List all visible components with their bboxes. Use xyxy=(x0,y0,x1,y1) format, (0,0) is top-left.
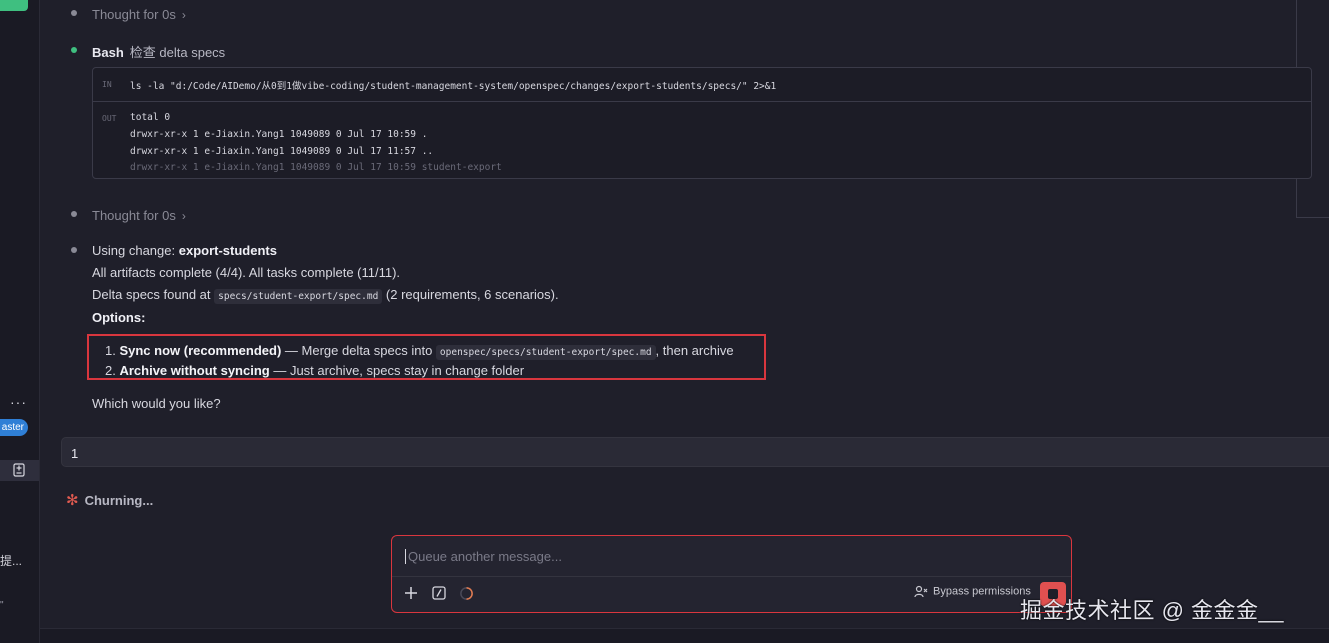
permissions-icon xyxy=(914,585,928,598)
user-message-bubble: 1 xyxy=(61,437,1329,467)
branch-badge: aster xyxy=(0,419,28,436)
change-name: export-students xyxy=(178,243,277,258)
delta-suffix: (2 requirements, 6 scenarios). xyxy=(382,287,559,302)
tool-output-box: IN ls -la "d:/Code/AIDemo/从0到1做vibe-codi… xyxy=(92,67,1312,179)
composer-divider xyxy=(392,576,1071,577)
option-1: 1. Sync now (recommended) — Merge delta … xyxy=(105,343,734,360)
output-line: drwxr-xr-x 1 e-Jiaxin.Yang1 1049089 0 Ju… xyxy=(130,146,434,157)
bottom-status-strip xyxy=(40,628,1329,643)
option-title: Archive without syncing xyxy=(119,363,270,378)
using-prefix: Using change: xyxy=(92,243,179,258)
delta-line: Delta specs found at specs/student-expor… xyxy=(92,287,559,304)
output-line: drwxr-xr-x 1 e-Jiaxin.Yang1 1049089 0 Ju… xyxy=(130,129,428,140)
bypass-permissions-label: Bypass permissions xyxy=(933,585,1031,598)
status-indicator xyxy=(0,0,28,11)
out-tag: OUT xyxy=(102,114,117,123)
thought-toggle[interactable]: Thought for 0s › xyxy=(92,7,186,22)
option-text-end: , then archive xyxy=(655,343,734,358)
option-text: — Just archive, specs stay in change fol… xyxy=(269,363,525,378)
document-icon xyxy=(13,463,25,477)
tool-input-section: IN ls -la "d:/Code/AIDemo/从0到1做vibe-codi… xyxy=(93,68,1311,102)
option-number: 1. xyxy=(105,343,120,358)
slash-command-icon[interactable] xyxy=(432,586,446,600)
sidebar-session-label[interactable]: 提... xyxy=(0,552,22,569)
delta-prefix: Delta specs found at xyxy=(92,287,215,302)
thought-label: Thought for 0s xyxy=(92,7,176,22)
left-sidebar: ··· aster 提... " xyxy=(0,0,40,643)
output-line: drwxr-xr-x 1 e-Jiaxin.Yang1 1049089 0 Ju… xyxy=(130,162,502,173)
user-message-text: 1 xyxy=(71,446,79,461)
output-line: total 0 xyxy=(130,112,171,123)
option-text: — Merge delta specs into xyxy=(281,343,436,358)
option-2: 2. Archive without syncing — Just archiv… xyxy=(105,363,524,378)
options-heading: Options: xyxy=(92,310,145,325)
thought-toggle[interactable]: Thought for 0s › xyxy=(92,208,186,223)
chevron-right-icon: › xyxy=(181,209,186,223)
chevron-right-icon: › xyxy=(181,8,186,22)
question-line: Which would you like? xyxy=(92,396,221,411)
status-label: Churning... xyxy=(84,493,154,508)
in-tag: IN xyxy=(102,80,112,89)
thought-label: Thought for 0s xyxy=(92,208,176,223)
command-text: ls -la "d:/Code/AIDemo/从0到1做vibe-coding/… xyxy=(130,81,777,92)
artifacts-line: All artifacts complete (4/4). All tasks … xyxy=(92,265,401,280)
sidebar-session-label-2: " xyxy=(0,600,4,611)
sidebar-selected-item[interactable] xyxy=(0,460,39,481)
message-input[interactable] xyxy=(405,549,1045,564)
timeline-bullet-success xyxy=(71,47,77,53)
activity-status: ✻ Churning... xyxy=(66,491,153,509)
tool-name: Bash xyxy=(92,45,124,60)
option-path-code: openspec/specs/student-export/spec.md xyxy=(435,345,656,360)
timeline-bullet xyxy=(71,211,77,217)
options-heading-text: Options: xyxy=(92,310,146,325)
bypass-permissions-toggle[interactable]: Bypass permissions xyxy=(914,585,1031,598)
message-composer: Bypass permissions xyxy=(391,535,1072,613)
tool-description: 检查 delta specs xyxy=(129,45,226,60)
more-options-icon[interactable]: ··· xyxy=(10,394,27,410)
using-change-line: Using change: export-students xyxy=(92,243,277,258)
option-title: Sync now (recommended) xyxy=(119,343,282,358)
option-number: 2. xyxy=(105,363,120,378)
tool-call-header[interactable]: Bash 检查 delta specs xyxy=(92,42,225,61)
timeline-bullet xyxy=(71,10,77,16)
spinner-asterisk-icon: ✻ xyxy=(66,492,79,509)
delta-path-code: specs/student-export/spec.md xyxy=(214,289,383,304)
watermark: 掘金技术社区 @ 金金金__ xyxy=(1020,598,1285,623)
loading-spinner-icon xyxy=(460,587,473,600)
timeline-bullet xyxy=(71,247,77,253)
plus-icon[interactable] xyxy=(404,586,418,600)
